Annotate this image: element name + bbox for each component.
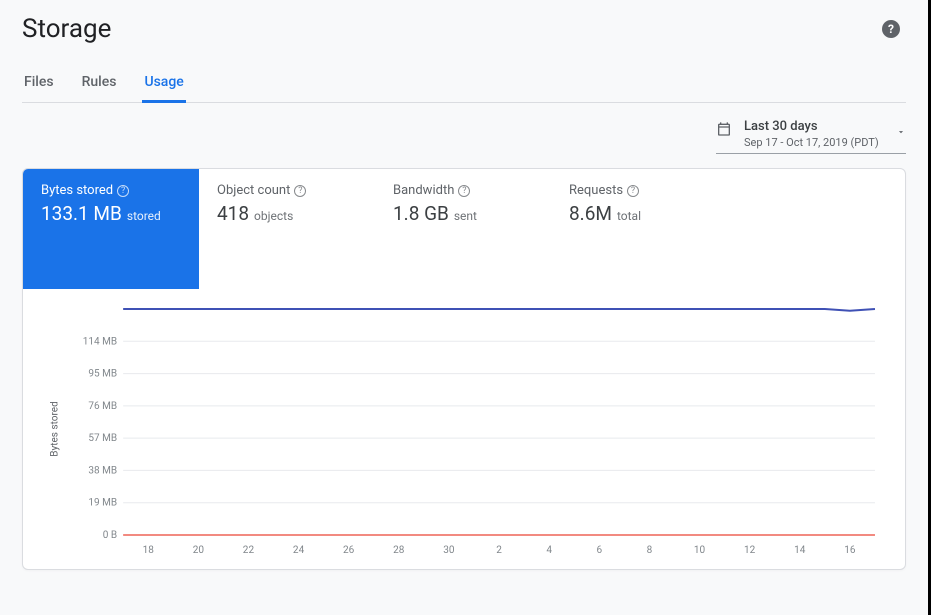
svg-text:19 MB: 19 MB [88,498,117,509]
date-range-label: Last 30 days [744,119,884,134]
tabs: Files Rules Usage [22,66,906,103]
svg-text:12: 12 [744,545,756,556]
stat-card-bandwidth[interactable]: Bandwidth ? 1.8 GB sent [375,169,551,289]
stat-value: 1.8 GB [393,202,449,225]
svg-text:95 MB: 95 MB [88,369,117,380]
stat-value: 418 [217,202,249,225]
date-range-picker[interactable]: Last 30 days Sep 17 - Oct 17, 2019 (PDT) [716,117,906,154]
info-icon[interactable]: ? [627,185,639,197]
page-title: Storage [22,14,111,44]
stat-unit: sent [454,209,477,223]
stat-unit: total [617,209,641,223]
svg-text:14: 14 [794,545,806,556]
svg-text:57 MB: 57 MB [88,433,117,444]
svg-text:28: 28 [393,545,405,556]
chart-area: Bytes stored 0 B 19 MB 38 MB 57 MB 76 MB 95 M… [23,289,905,569]
stat-unit: stored [127,209,161,223]
stat-card-object-count[interactable]: Object count ? 418 objects [199,169,375,289]
svg-text:76 MB: 76 MB [88,401,117,412]
bytes-stored-chart: 0 B19 MB38 MB57 MB76 MB95 MB114 MB182022… [63,299,885,559]
svg-text:24: 24 [293,545,305,556]
info-icon[interactable]: ? [294,185,306,197]
stat-value: 8.6M [569,202,612,225]
stat-card-requests[interactable]: Requests ? 8.6M total [551,169,727,289]
svg-text:0 B: 0 B [103,530,117,541]
svg-text:16: 16 [844,545,856,556]
stat-row: Bytes stored ? 133.1 MB stored Object co… [23,169,905,289]
svg-text:4: 4 [546,545,552,556]
stat-card-bytes-stored[interactable]: Bytes stored ? 133.1 MB stored [23,169,199,289]
stat-label: Bytes stored [41,183,113,198]
stat-label: Object count [217,183,290,198]
chart-y-axis-label: Bytes stored [50,401,61,456]
svg-text:6: 6 [596,545,602,556]
calendar-icon [716,121,732,141]
date-range-detail: Sep 17 - Oct 17, 2019 (PDT) [744,136,884,149]
svg-text:30: 30 [443,545,455,556]
svg-text:8: 8 [647,545,653,556]
svg-text:10: 10 [694,545,706,556]
stat-label: Bandwidth [393,183,454,198]
tab-usage[interactable]: Usage [142,66,185,103]
tab-rules[interactable]: Rules [80,66,119,103]
svg-text:22: 22 [243,545,255,556]
svg-text:2: 2 [496,545,502,556]
svg-text:18: 18 [143,545,155,556]
svg-text:26: 26 [343,545,355,556]
svg-text:20: 20 [193,545,205,556]
stat-value: 133.1 MB [41,202,122,225]
usage-panel: Bytes stored ? 133.1 MB stored Object co… [22,168,906,570]
chevron-down-icon [896,122,906,141]
info-icon[interactable]: ? [117,185,129,197]
info-icon[interactable]: ? [458,185,470,197]
stat-unit: objects [254,209,293,223]
svg-text:38 MB: 38 MB [88,465,117,476]
help-icon[interactable]: ? [882,20,900,38]
svg-text:114 MB: 114 MB [83,336,117,347]
tab-files[interactable]: Files [22,66,56,103]
stat-label: Requests [569,183,623,198]
